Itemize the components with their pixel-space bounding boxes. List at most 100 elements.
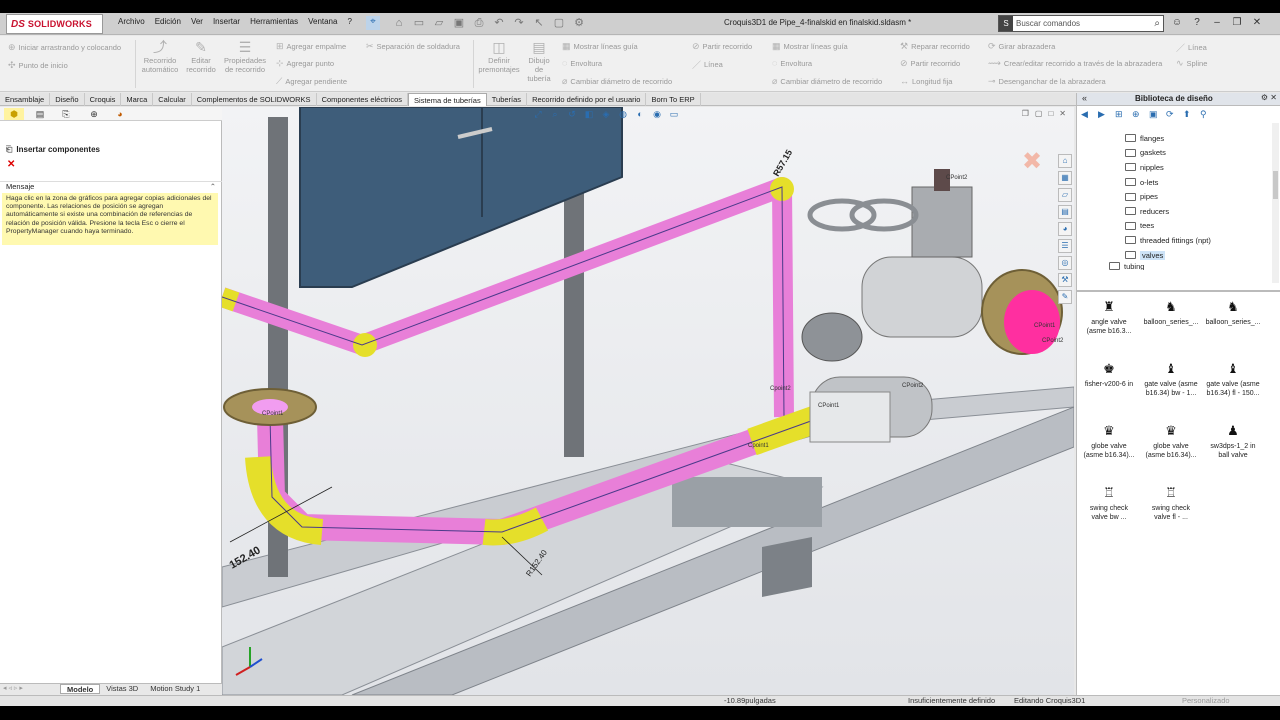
component-swing-check-bw[interactable]: ♖ swing check valve bw ... [1079,485,1139,522]
folder-nipples[interactable]: nipples [1125,160,1271,175]
component-swing-check-fl[interactable]: ♖ swing check valve fl - ... [1141,485,1201,522]
tab-tuberias[interactable]: Tuberías [487,93,528,106]
view-palette-icon[interactable]: ▤ [1058,205,1072,219]
up-one-level-icon[interactable]: ⬆ [1183,109,1194,120]
folder-o-lets[interactable]: o-lets [1125,175,1271,190]
appearances-icon[interactable]: ◕ [1058,222,1072,236]
pin-icon[interactable]: ⚲ [1200,109,1211,120]
tab-vistas-3d[interactable]: Vistas 3D [100,684,144,694]
appearance-icon[interactable]: ◉ [651,109,663,120]
tab-ensamblaje[interactable]: Ensamblaje [0,93,51,106]
wrap-button-2[interactable]: ◌ Envoltura [772,58,812,68]
add-point-button[interactable]: ⊹ Agregar punto [276,58,334,69]
tab-calcular[interactable]: Calcular [153,93,192,106]
zoom-area-icon[interactable]: ⌕ [549,109,561,120]
create-folder-icon[interactable]: ▣ [1149,109,1160,120]
split-route-button[interactable]: ⊘ Partir recorrido [692,41,752,52]
component-balloon-series-2[interactable]: ♞ balloon_series_... [1203,299,1263,327]
tab-croquis[interactable]: Croquis [85,93,122,106]
weld-gap-button[interactable]: ✂ Separación de soldadura [366,41,460,52]
toolbox-icon[interactable]: ✎ [1058,290,1072,304]
back-icon[interactable]: ◀ [1081,109,1092,120]
panel-options-icon[interactable]: ⚙ ✕ [1261,93,1277,102]
rotate-clip-button[interactable]: ⟳ Girar abrazadera [988,41,1055,52]
tab-scroll-arrows[interactable]: ◂ ◃ ▹ ▸ [0,684,60,694]
feature-manager-icon[interactable]: ⬢ [4,108,24,120]
folder-threaded-fittings[interactable]: threaded fittings (npt) [1125,233,1271,248]
component-gate-valve-fl[interactable]: ♝ gate valve (asme b16.34) fl - 150... [1203,361,1263,398]
restore-icon[interactable]: ❐ [1230,15,1244,31]
viewport-maximize-icon[interactable]: □ [1048,109,1053,118]
scene-icon[interactable]: ▭ [668,109,680,120]
message-group-header[interactable]: Mensaje ⌃ [0,181,222,192]
tree-scrollbar[interactable] [1272,123,1279,283]
collapse-chevron-icon[interactable]: ⌃ [210,182,216,191]
change-diameter-button[interactable]: ⌀ Cambiar diámetro de recorrido [562,76,672,87]
add-fitting-button[interactable]: ⊞ Agregar empalme [276,41,346,52]
status-units[interactable]: Personalizado [1182,696,1230,705]
solidworks-forum-icon[interactable]: ◎ [1058,256,1072,270]
tab-complementos[interactable]: Complementos de SOLIDWORKS [192,93,317,106]
component-ball-valve[interactable]: ♟ sw3dps-1_2 in ball valve [1203,423,1263,460]
search-icon[interactable]: ⌕ [1154,18,1160,29]
redo-icon[interactable]: ↷ [512,16,526,30]
previous-view-icon[interactable]: ↺ [566,109,578,120]
spline-button[interactable]: ∿ Spline [1176,58,1207,69]
folder-flanges[interactable]: flanges [1125,131,1271,146]
close-icon[interactable]: ✕ [1250,15,1264,31]
create-edit-through-clip-button[interactable]: ⟿ Crear/editar recorrido a través de la a… [988,58,1162,69]
menu-edicion[interactable]: Edición [155,17,181,26]
routing-library-icon[interactable]: ⚒ [1058,273,1072,287]
collapse-panel-icon[interactable]: « [1082,93,1087,103]
save-icon[interactable]: ▣ [452,16,466,30]
show-guide-lines-button-2[interactable]: ▦ Mostrar líneas guía [772,41,848,52]
tree-scroll-thumb[interactable] [1273,171,1278,199]
menu-help[interactable]: ? [347,17,351,26]
piping-model-view[interactable]: 152.40 R152.40 R57.15 CPoint1 CPoint2 Cp… [222,107,1074,695]
help-icon[interactable]: ? [1190,15,1204,31]
component-globe-valve-2[interactable]: ♛ globe valve (asme b16.34)... [1141,423,1201,460]
view-orientation-icon[interactable]: ◈ [600,109,612,120]
start-drag-drop-button[interactable]: ⊕ Iniciar arrastrando y colocando [8,42,121,53]
edit-route-button[interactable]: ✎ Editar recorrido [183,38,219,74]
user-icon[interactable]: ☺ [1170,15,1184,31]
select-arrow-icon[interactable]: ↖ [532,16,546,30]
search-commands-input[interactable]: S Buscar comandos ⌕ [998,15,1164,32]
new-document-icon[interactable]: ▭ [412,16,426,30]
menu-insertar[interactable]: Insertar [213,17,240,26]
change-diameter-button-2[interactable]: ⌀ Cambiar diámetro de recorrido [772,76,882,87]
configuration-manager-icon[interactable]: ⎘ [56,108,76,120]
solidworks-resources-icon[interactable]: ⌂ [1058,154,1072,168]
pipe-drawing-button[interactable]: ▤ Dibujo de tubería [524,38,554,83]
start-point-button[interactable]: ✣ Punto de inicio [8,60,68,71]
tab-recorrido-usuario[interactable]: Recorrido definido por el usuario [527,93,647,106]
tab-modelo[interactable]: Modelo [60,684,101,694]
open-folder-icon[interactable]: ▱ [432,16,446,30]
folder-valves[interactable]: valves [1125,248,1271,263]
pm-cancel-icon[interactable]: ✕ [7,159,15,170]
forward-icon[interactable]: ▶ [1098,109,1109,120]
line-button-2[interactable]: ／ Línea [1176,41,1207,54]
folder-tubing[interactable]: tubing [1109,262,1271,271]
tab-born-to-erp[interactable]: Born To ERP [646,93,701,106]
menu-herramientas[interactable]: Herramientas [250,17,298,26]
menu-ver[interactable]: Ver [191,17,203,26]
show-guide-lines-button[interactable]: ▦ Mostrar líneas guía [562,41,638,52]
display-manager-icon[interactable]: ◕ [110,108,130,120]
menu-ventana[interactable]: Ventana [308,17,337,26]
file-explorer-icon[interactable]: ▱ [1058,188,1072,202]
component-gate-valve-bw[interactable]: ♝ gate valve (asme b16.34) bw - 1... [1141,361,1201,398]
add-slope-button[interactable]: ⟋ Agregar pendiente [276,76,347,87]
auto-route-button[interactable]: ⤴ Recorrido automático [140,38,180,74]
dimxpert-manager-icon[interactable]: ⊕ [84,108,104,120]
add-to-library-icon[interactable]: ⊞ [1115,109,1126,120]
viewport-tile-icon[interactable]: ▢ [1035,109,1043,118]
design-library-tab-icon[interactable]: ▦ [1058,171,1072,185]
dimension-radius-upper[interactable]: R57.15 [771,148,794,178]
refresh-icon[interactable]: ⟳ [1166,109,1177,120]
wrap-button[interactable]: ◌ Envoltura [562,58,602,68]
minimize-icon[interactable]: – [1210,15,1224,31]
solidworks-logo[interactable]: DS SOLIDWORKS [6,14,103,34]
undo-icon[interactable]: ↶ [492,16,506,30]
menu-archivo[interactable]: Archivo [118,17,145,26]
